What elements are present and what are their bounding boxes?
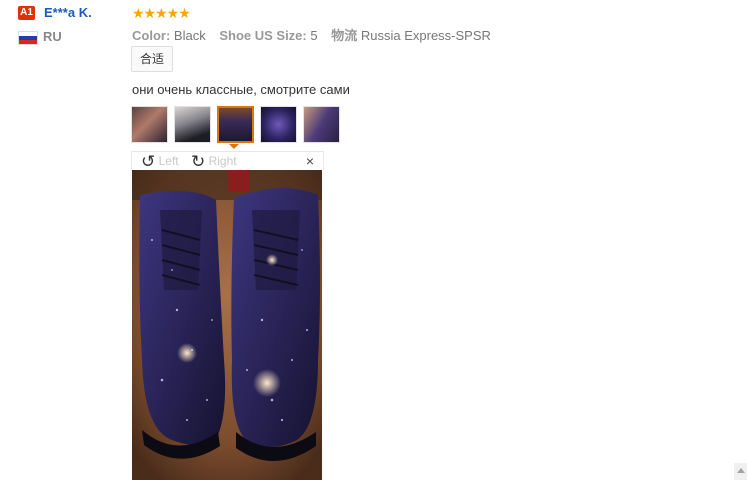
image-viewer-toolbar: ↺ Left ↻ Right ×: [131, 151, 324, 172]
review-text: они очень классные, смотрите сами: [132, 82, 350, 97]
thumbnail-2[interactable]: [174, 106, 211, 143]
color-label: Color:: [132, 28, 171, 43]
reviewer-country: RU: [43, 29, 62, 44]
rotate-left-label: Left: [158, 154, 179, 168]
active-thumbnail-pointer: [229, 144, 239, 149]
photo-thumbnails: [131, 106, 346, 143]
review-photo: [132, 170, 322, 480]
reviewer-name[interactable]: E***a K.: [44, 5, 92, 20]
thumbnail-4[interactable]: [260, 106, 297, 143]
level-badge: A1: [18, 6, 35, 20]
scroll-up-button[interactable]: [734, 463, 747, 480]
russia-flag-icon: [18, 31, 38, 45]
rotate-right-icon: ↻: [191, 152, 206, 171]
color-value: Black: [173, 28, 206, 43]
shipping-label: 物流: [331, 28, 358, 43]
rotate-left-icon: ↺: [141, 152, 156, 171]
rotate-right-label: Right: [208, 154, 237, 168]
rotate-right-button[interactable]: ↻ Right: [191, 152, 237, 172]
shipping-value: Russia Express-SPSR: [360, 28, 491, 43]
thumbnail-5[interactable]: [303, 106, 340, 143]
order-meta: Color: Black Shoe US Size: 5 物流 Russia E…: [132, 25, 501, 44]
thumbnail-3[interactable]: [217, 106, 254, 143]
size-value: 5: [310, 28, 318, 43]
close-viewer-button[interactable]: ×: [306, 153, 314, 169]
thumbnail-1[interactable]: [131, 106, 168, 143]
rotate-left-button[interactable]: ↺ Left: [141, 152, 179, 172]
star-rating: ★★★★★: [132, 5, 191, 21]
size-label: Shoe US Size:: [219, 28, 307, 43]
fit-tag-button[interactable]: 合适: [131, 46, 174, 72]
glitter-boots-image: [132, 170, 322, 480]
